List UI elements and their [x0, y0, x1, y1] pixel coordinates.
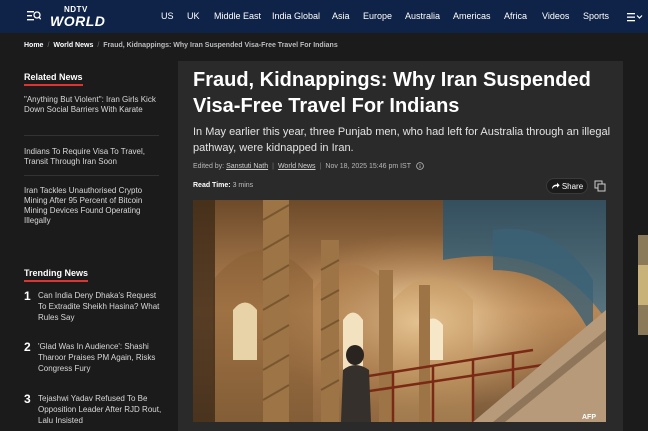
trending-rank: 2 — [24, 340, 31, 354]
nav-item-australia[interactable]: Australia — [405, 11, 440, 21]
divider — [24, 135, 159, 136]
breadcrumb-home[interactable]: Home — [24, 42, 43, 49]
trending-news-item[interactable]: Can India Deny Dhaka's Request To Extrad… — [38, 290, 162, 323]
nav-item-europe[interactable]: Europe — [363, 11, 392, 21]
nav-item-india-global[interactable]: India Global — [272, 11, 320, 21]
meta-separator: | — [319, 162, 322, 170]
info-icon[interactable] — [416, 162, 424, 170]
trending-news-item[interactable]: Tejashwi Yadav Refused To Be Opposition … — [38, 393, 162, 426]
related-news-item[interactable]: Indians To Require Visa To Travel, Trans… — [24, 147, 159, 167]
divider — [24, 175, 159, 176]
meta-separator: | — [272, 162, 274, 170]
breadcrumb-section[interactable]: World News — [53, 42, 93, 49]
breadcrumb-separator: / — [97, 42, 100, 49]
nav-item-americas[interactable]: Americas — [453, 11, 491, 21]
section-link[interactable]: World News — [278, 163, 316, 170]
article-hero-image — [193, 200, 606, 422]
related-news-item[interactable]: Iran Tackles Unauthorised Crypto Mining … — [24, 186, 159, 226]
more-chevron-icon[interactable] — [627, 11, 643, 23]
share-label: Share — [561, 181, 584, 191]
image-credit: AFP — [582, 414, 596, 421]
article-meta: Edited by: Sanstuti Nath | World News | Nov … — [193, 162, 424, 170]
share-arrow-icon — [551, 182, 560, 189]
nav-item-asia[interactable]: Asia — [332, 11, 350, 21]
trending-rank: 3 — [24, 392, 31, 406]
related-news-heading: Related News — [24, 72, 83, 86]
copy-icon[interactable] — [594, 180, 606, 192]
share-button[interactable]: Share — [546, 178, 588, 194]
trending-rank: 1 — [24, 289, 31, 303]
breadcrumb: Home / World News / Fraud, Kidnappings: Why … — [24, 42, 338, 49]
editor-link[interactable]: Sanstuti Nath — [226, 163, 268, 170]
read-time-value: 3 mins — [232, 182, 254, 189]
nav-item-us[interactable]: US — [161, 11, 174, 21]
sidebar-ad-image-edge — [638, 235, 648, 335]
article-headline: Fraud, Kidnappings: Why Iran Suspended V… — [193, 69, 591, 117]
main-nav: US UK Middle East India Global Asia Euro… — [0, 0, 648, 33]
breadcrumb-current: Fraud, Kidnappings: Why Iran Suspended V… — [103, 42, 338, 49]
read-time-label: Read Time: — [193, 182, 231, 189]
trending-news-heading: Trending News — [24, 268, 89, 282]
nav-item-africa[interactable]: Africa — [504, 11, 527, 21]
publish-date: Nov 18, 2025 15:46 pm IST — [325, 162, 411, 170]
nav-item-sports[interactable]: Sports — [583, 11, 609, 21]
nav-item-uk[interactable]: UK — [187, 11, 200, 21]
top-navigation-bar: NDTV WORLD US UK Middle East India Globa… — [0, 0, 648, 33]
breadcrumb-separator: / — [47, 42, 50, 49]
nav-item-videos[interactable]: Videos — [542, 11, 569, 21]
trending-news-item[interactable]: 'Glad Was In Audience': Shashi Tharoor P… — [38, 341, 162, 374]
nav-item-middle-east[interactable]: Middle East — [214, 11, 261, 21]
article-summary: In May earlier this year, three Punjab m… — [193, 126, 611, 154]
related-news-item[interactable]: "Anything But Violent": Iran Girls Kick … — [24, 95, 159, 115]
read-time: Read Time: 3 mins — [193, 182, 253, 189]
edited-by-label: Edited by: — [193, 162, 225, 170]
